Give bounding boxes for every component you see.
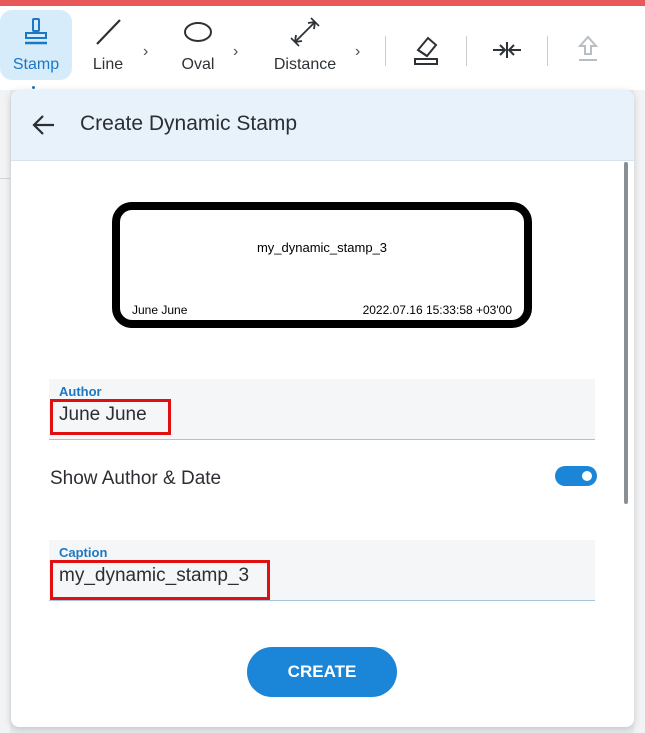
tool-line-label: Line — [92, 56, 124, 73]
toolbar-divider — [547, 36, 548, 66]
document-background-left — [0, 90, 10, 733]
toggle-knob — [582, 471, 592, 481]
toolbar-divider — [385, 36, 386, 66]
upload-icon[interactable] — [576, 34, 600, 69]
back-arrow-icon[interactable] — [31, 112, 57, 138]
stamp-preview-caption: my_dynamic_stamp_3 — [256, 240, 388, 255]
tool-stamp-label: Stamp — [12, 56, 60, 73]
create-button[interactable]: CREATE — [247, 647, 397, 697]
oval-icon — [183, 14, 213, 50]
toolbar-divider — [466, 36, 467, 66]
author-field-label: Author — [59, 384, 102, 399]
tool-distance-label: Distance — [273, 56, 337, 73]
oval-chevron-icon[interactable]: › — [233, 43, 238, 61]
tool-oval[interactable]: Oval — [176, 10, 220, 80]
collapse-icon[interactable] — [492, 38, 522, 67]
line-icon — [93, 14, 123, 50]
stamp-icon — [22, 14, 50, 50]
author-highlight-box — [50, 399, 171, 435]
panel-scrollbar[interactable] — [624, 162, 628, 504]
distance-icon — [289, 14, 321, 50]
document-background-right — [634, 90, 645, 733]
eraser-icon[interactable] — [412, 34, 440, 71]
stamp-preview: my_dynamic_stamp_3 June June 2022.07.16 … — [112, 202, 532, 328]
caption-field-label: Caption — [59, 545, 108, 560]
show-author-date-toggle[interactable] — [555, 466, 597, 486]
panel-header: Create Dynamic Stamp — [11, 90, 634, 161]
tool-distance[interactable]: Distance — [270, 10, 340, 80]
document-edge — [0, 178, 10, 179]
show-author-date-label: Show Author & Date — [50, 468, 222, 489]
stamp-preview-author: June June — [132, 303, 188, 317]
create-dynamic-stamp-panel: Create Dynamic Stamp my_dynamic_stamp_3 … — [11, 90, 634, 727]
tool-line[interactable]: Line — [86, 10, 130, 80]
line-chevron-icon[interactable]: › — [143, 43, 148, 61]
annotation-toolbar: Stamp Line › Oval › Distance › — [0, 6, 645, 90]
panel-title: Create Dynamic Stamp — [80, 112, 298, 135]
distance-chevron-icon[interactable]: › — [355, 43, 360, 61]
tool-stamp[interactable]: Stamp — [0, 10, 72, 80]
active-indicator — [32, 86, 35, 89]
tool-oval-label: Oval — [181, 56, 215, 73]
stamp-preview-date: 2022.07.16 15:33:58 +03'00 — [362, 303, 512, 317]
caption-highlight-box — [50, 560, 270, 600]
